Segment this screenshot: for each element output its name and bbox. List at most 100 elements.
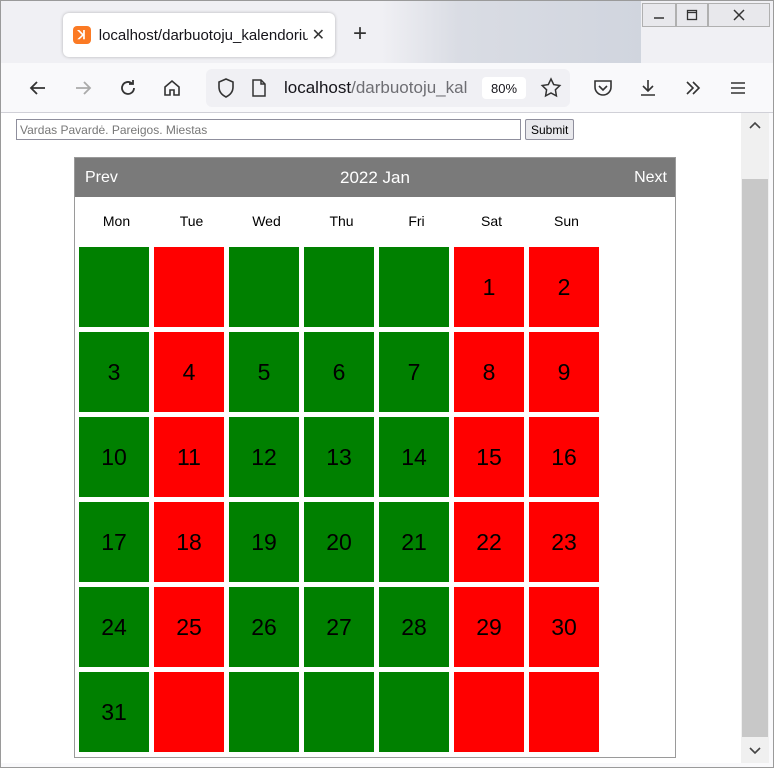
calendar-day-cell[interactable]: 13 <box>304 417 374 497</box>
calendar-day-cell[interactable]: 5 <box>229 332 299 412</box>
calendar-empty-cell <box>154 247 224 327</box>
calendar-empty-cell <box>304 247 374 327</box>
xampp-favicon-icon: ꓘ <box>73 26 91 44</box>
weekday-label: Sat <box>480 213 502 229</box>
prev-month-link[interactable]: Prev <box>85 169 118 187</box>
close-icon <box>733 9 745 21</box>
weekday-header-row: Mon Tue Wed Thu Fri Sat Sun <box>79 213 604 229</box>
weekday-label: Wed <box>252 213 281 229</box>
calendar-empty-cell <box>529 672 599 752</box>
weekday-label: Fri <box>408 213 425 229</box>
scroll-up-arrow-icon[interactable] <box>741 113 769 137</box>
calendar-day-cell[interactable]: 3 <box>79 332 149 412</box>
calendar-day-cell[interactable]: 10 <box>79 417 149 497</box>
calendar-day-grid: 1 2 3 4 5 6 7 8 9 10 11 12 13 14 15 16 17 18 19 20 21 22 23 24 2… <box>79 247 599 752</box>
vertical-scrollbar[interactable] <box>741 113 769 763</box>
calendar-day-cell[interactable]: 17 <box>79 502 149 582</box>
calendar-day-cell[interactable]: 26 <box>229 587 299 667</box>
navigation-toolbar: localhost/darbuotoju_kal 80% <box>1 63 773 113</box>
submit-button[interactable]: Submit <box>525 119 575 140</box>
calendar-day-cell[interactable]: 28 <box>379 587 449 667</box>
calendar-day-cell[interactable]: 2 <box>529 247 599 327</box>
background-window-blur <box>381 1 641 63</box>
close-window-button[interactable] <box>708 3 770 27</box>
reload-button[interactable] <box>114 75 142 101</box>
calendar-day-cell[interactable]: 15 <box>454 417 524 497</box>
calendar-empty-cell <box>304 672 374 752</box>
forward-button[interactable] <box>69 75 97 101</box>
calendar-day-cell[interactable]: 27 <box>304 587 374 667</box>
calendar-day-cell[interactable]: 22 <box>454 502 524 582</box>
reload-icon <box>121 80 135 95</box>
tab-title: localhost/darbuotoju_kalendorius <box>98 26 308 44</box>
calendar-day-cell[interactable]: 7 <box>379 332 449 412</box>
close-tab-icon[interactable]: ✕ <box>312 25 325 45</box>
calendar-empty-cell <box>379 247 449 327</box>
home-button[interactable] <box>158 75 186 101</box>
pocket-button[interactable] <box>589 75 617 101</box>
calendar-day-cell[interactable]: 9 <box>529 332 599 412</box>
download-icon <box>641 80 655 96</box>
browser-window: ꓘ localhost/darbuotoju_kalendorius ✕ + l… <box>0 0 774 768</box>
calendar-day-cell[interactable]: 12 <box>229 417 299 497</box>
downloads-button[interactable] <box>634 75 662 101</box>
forward-arrow-icon <box>76 81 92 95</box>
calendar-empty-cell <box>79 247 149 327</box>
url-path: /darbuotoju_kal <box>351 78 468 97</box>
weekday-label: Tue <box>179 213 204 229</box>
calendar-day-cell[interactable]: 8 <box>454 332 524 412</box>
calendar-day-cell[interactable]: 29 <box>454 587 524 667</box>
back-arrow-icon <box>29 81 45 95</box>
chevrons-right-icon <box>686 81 701 95</box>
home-icon <box>164 79 180 96</box>
more-tools-button[interactable] <box>679 75 707 101</box>
maximize-window-button[interactable] <box>676 3 708 27</box>
calendar-day-cell[interactable]: 16 <box>529 417 599 497</box>
maximize-icon <box>686 9 698 21</box>
page-info-icon[interactable] <box>250 78 268 103</box>
calendar-day-cell[interactable]: 4 <box>154 332 224 412</box>
back-button[interactable] <box>24 75 52 101</box>
calendar-day-cell[interactable]: 6 <box>304 332 374 412</box>
calendar-day-cell[interactable]: 11 <box>154 417 224 497</box>
scrollbar-thumb[interactable] <box>742 179 768 737</box>
calendar-day-cell[interactable]: 31 <box>79 672 149 752</box>
scroll-down-arrow-icon[interactable] <box>741 739 769 763</box>
hamburger-menu-icon <box>731 82 745 94</box>
calendar-day-cell[interactable]: 24 <box>79 587 149 667</box>
calendar-day-cell[interactable]: 20 <box>304 502 374 582</box>
next-month-link[interactable]: Next <box>634 169 667 187</box>
calendar-day-cell[interactable]: 21 <box>379 502 449 582</box>
calendar-empty-cell <box>454 672 524 752</box>
employee-search-input[interactable] <box>16 119 521 140</box>
calendar-empty-cell <box>154 672 224 752</box>
tracking-protection-shield-icon[interactable] <box>216 77 236 104</box>
app-menu-button[interactable] <box>724 75 752 101</box>
browser-tab[interactable]: ꓘ localhost/darbuotoju_kalendorius ✕ <box>63 13 335 57</box>
search-form: Submit <box>16 119 575 140</box>
calendar-day-cell[interactable]: 30 <box>529 587 599 667</box>
minimize-window-button[interactable] <box>642 3 676 27</box>
tab-strip: ꓘ localhost/darbuotoju_kalendorius ✕ + <box>1 1 773 63</box>
bookmark-star-icon[interactable] <box>540 77 562 104</box>
calendar-day-cell[interactable]: 1 <box>454 247 524 327</box>
calendar-day-cell[interactable]: 14 <box>379 417 449 497</box>
calendar-header: 2022 Jan Prev Next <box>75 158 675 197</box>
weekday-label: Sun <box>554 213 579 229</box>
minimize-icon <box>654 17 664 19</box>
calendar-empty-cell <box>379 672 449 752</box>
calendar-day-cell[interactable]: 18 <box>154 502 224 582</box>
url-text[interactable]: localhost/darbuotoju_kal <box>284 78 474 98</box>
address-bar[interactable]: localhost/darbuotoju_kal 80% <box>206 69 570 107</box>
zoom-level-badge[interactable]: 80% <box>482 77 526 99</box>
calendar-empty-cell <box>229 672 299 752</box>
calendar: 2022 Jan Prev Next Mon Tue Wed Thu Fri Sat Sun… <box>74 157 676 758</box>
calendar-day-cell[interactable]: 23 <box>529 502 599 582</box>
url-host: localhost <box>284 78 352 97</box>
calendar-day-cell[interactable]: 19 <box>229 502 299 582</box>
page-content: Submit 2022 Jan Prev Next Mon Tue Wed Thu Fr… <box>1 113 741 763</box>
calendar-day-cell[interactable]: 25 <box>154 587 224 667</box>
new-tab-button[interactable]: + <box>353 21 367 47</box>
calendar-month-title: 2022 Jan <box>340 168 410 187</box>
pocket-icon <box>594 80 612 96</box>
